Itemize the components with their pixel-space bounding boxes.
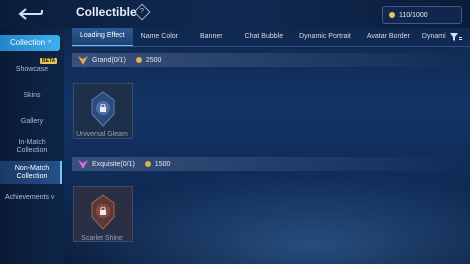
points-value: 110/1000	[399, 11, 428, 19]
sidebar-item-skins[interactable]: Skins	[0, 92, 64, 100]
tab-avatar-border[interactable]: Avatar Border	[359, 29, 418, 46]
back-button[interactable]	[8, 3, 54, 25]
tab-banner[interactable]: Banner	[186, 29, 237, 46]
chevron-down-icon: v	[50, 194, 55, 201]
page-title: Collectible	[76, 5, 137, 19]
tab-dynamic-partial[interactable]: Dynami	[418, 29, 450, 46]
item-name: Universal Gleam	[76, 131, 128, 138]
tab-divider	[72, 46, 470, 47]
section-cost: 2500	[145, 56, 162, 64]
lock-icon	[100, 207, 106, 215]
section-title: Grand(0/1)	[92, 56, 126, 64]
section-header-grand: Grand(0/1) 2500	[72, 53, 462, 67]
item-name: Scarlet Shine	[81, 235, 123, 242]
chevron-up-icon: ^	[48, 40, 52, 47]
tab-chat-bubble[interactable]: Chat Bubble	[237, 29, 292, 46]
coin-icon	[135, 57, 142, 63]
tab-loading-effect[interactable]: Loading Effect	[72, 28, 133, 47]
section-cost: 1500	[154, 160, 171, 168]
back-arrow-icon	[18, 8, 43, 20]
tab-name-color[interactable]: Name Color	[133, 29, 186, 46]
sidebar-item-showcase[interactable]: Showcase	[0, 66, 64, 74]
grand-rank-icon	[78, 55, 88, 65]
sidebar-item-in-match[interactable]: In-Match Collection	[0, 139, 64, 155]
coin-icon	[389, 12, 395, 18]
item-card-scarlet-shine[interactable]	[73, 186, 133, 242]
tab-bar: Loading Effect Name Color Banner Chat Bu…	[72, 28, 462, 47]
sidebar-item-collection[interactable]: Collection ^	[0, 35, 60, 51]
sidebar: Collection ^ BETA Showcase Skins Gallery …	[0, 28, 64, 264]
coin-icon	[144, 161, 151, 167]
filter-icon	[450, 33, 462, 41]
top-bar: Collectible ? 110/1000	[0, 0, 470, 28]
sidebar-item-gallery[interactable]: Gallery	[0, 118, 64, 126]
exquisite-rank-icon	[78, 159, 88, 169]
tab-dynamic-portrait[interactable]: Dynamic Portrait	[291, 29, 359, 46]
sidebar-item-achievements[interactable]: Achievements v	[0, 194, 69, 201]
filter-button[interactable]	[448, 30, 464, 44]
beta-badge: BETA	[40, 58, 58, 64]
section-title: Exquisite(0/1)	[92, 160, 135, 168]
sidebar-item-non-match[interactable]: Non-Match Collection	[0, 165, 64, 181]
points-counter: 110/1000	[382, 6, 462, 24]
section-header-exquisite: Exquisite(0/1) 1500	[72, 157, 462, 171]
lock-icon	[100, 104, 106, 112]
